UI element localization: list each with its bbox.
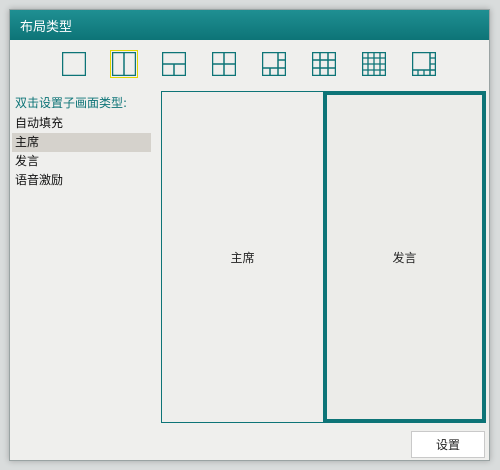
subscreen-type-list: 自动填充 主席 发言 语音激励 <box>12 114 151 190</box>
preview-cell-label: 发言 <box>392 250 417 265</box>
layout-1plus7-icon <box>412 52 436 76</box>
preview-cell-label: 主席 <box>230 250 255 265</box>
layout-4x4-button[interactable] <box>360 50 388 78</box>
layout-3x3-icon <box>312 52 336 76</box>
title-bar[interactable]: 布局类型 <box>10 10 489 40</box>
list-item-speaker[interactable]: 发言 <box>12 152 151 171</box>
subscreen-type-label: 双击设置子画面类型: <box>15 96 128 110</box>
layout-4x4-icon <box>362 52 386 76</box>
set-button[interactable]: 设置 <box>411 431 485 458</box>
layout-1x1-button[interactable] <box>60 50 88 78</box>
list-item-voice-activation[interactable]: 语音激励 <box>12 171 151 190</box>
layout-1top-2bottom-button[interactable] <box>160 50 188 78</box>
layout-2x2-button[interactable] <box>210 50 238 78</box>
preview-cell-chairman[interactable]: 主席 <box>161 91 324 423</box>
list-item-auto-fill[interactable]: 自动填充 <box>12 114 151 133</box>
window-title: 布局类型 <box>20 19 73 35</box>
list-item-chairman[interactable]: 主席 <box>12 133 151 152</box>
layout-1plus5-icon <box>262 52 286 76</box>
layout-2col-button[interactable] <box>110 50 138 78</box>
layout-1plus7-button[interactable] <box>410 50 438 78</box>
layout-2col-icon <box>112 52 136 76</box>
layout-preview: 主席 发言 <box>161 91 486 423</box>
layout-1plus5-button[interactable] <box>260 50 288 78</box>
layout-1top-2bottom-icon <box>162 52 186 76</box>
layout-2x2-icon <box>212 52 236 76</box>
layout-1x1-icon <box>62 52 86 76</box>
layout-3x3-button[interactable] <box>310 50 338 78</box>
layout-type-dialog: 布局类型 双击设置子画面类型: 自动填充 主席 发言 语音激励 主席 发言 设置 <box>9 9 490 461</box>
preview-cell-speaker[interactable]: 发言 <box>323 91 486 423</box>
